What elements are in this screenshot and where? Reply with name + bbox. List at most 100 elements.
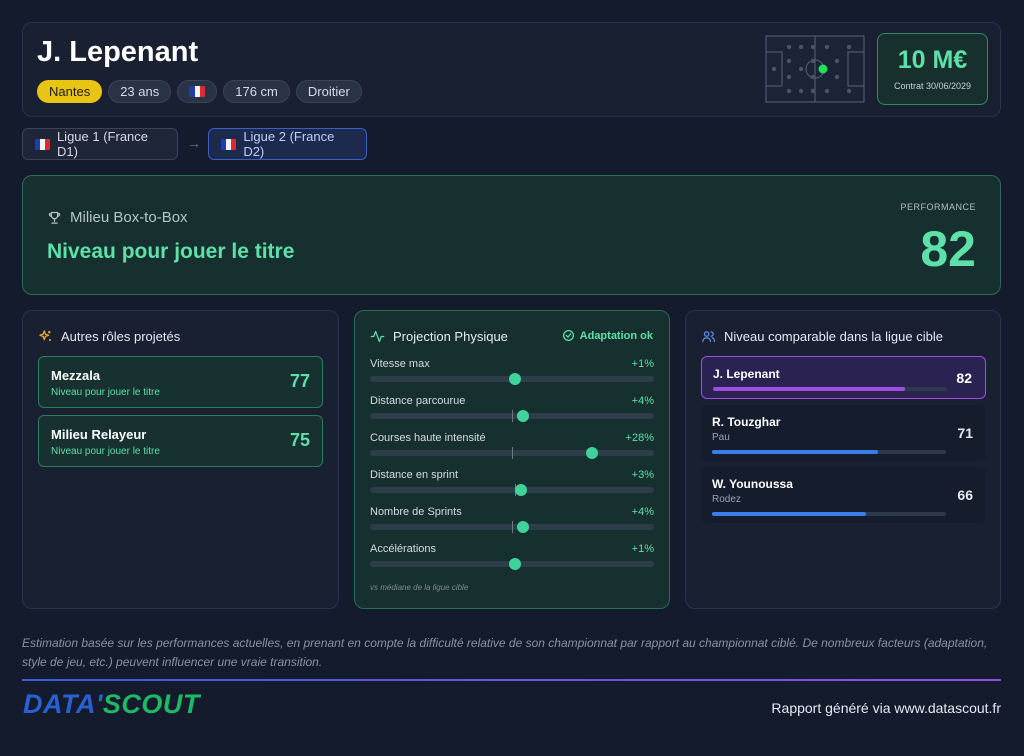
role-card: Milieu Relayeur Niveau pour jouer le tit…	[38, 415, 323, 467]
nationality-chip	[177, 80, 218, 103]
comparable-player-name: R. Touzghar	[712, 415, 781, 429]
metric-delta: +3%	[631, 469, 654, 481]
comparable-player-score: 66	[957, 487, 973, 503]
comparable-player-score: 71	[957, 425, 973, 441]
physical-metric-row: Vitesse max +1%	[370, 358, 654, 388]
comparable-player-bar-fill	[712, 450, 878, 454]
median-marker	[512, 521, 513, 533]
physical-metric-row: Accélérations +1%	[370, 543, 654, 573]
physical-metric-row: Nombre de Sprints +4%	[370, 506, 654, 536]
other-roles-title: Autres rôles projetés	[61, 329, 181, 344]
trophy-icon	[48, 211, 61, 224]
metric-track	[370, 410, 654, 422]
comparable-player-bar	[713, 387, 947, 391]
sparkles-icon	[39, 330, 51, 341]
comparable-player-bar	[712, 512, 946, 516]
france-flag-icon	[35, 138, 50, 150]
pitch-position-diagram	[765, 35, 865, 103]
role-score: 75	[289, 430, 310, 450]
comparable-level-title: Niveau comparable dans la ligue cible	[724, 329, 943, 344]
activity-icon	[370, 330, 385, 343]
metric-value-knob	[509, 373, 521, 385]
role-score: 77	[289, 371, 310, 391]
adaptation-status: Adaptation ok	[562, 329, 653, 342]
source-league-button[interactable]: Ligue 1 (France D1)	[22, 128, 178, 160]
comparable-player-card: R. Touzghar 71 Pau	[701, 405, 986, 461]
club-badge: Nantes	[37, 80, 103, 103]
france-flag-icon	[189, 86, 206, 97]
logo-text-data: DATA'	[23, 689, 103, 719]
metric-track	[370, 558, 654, 570]
comparable-player-bar	[712, 450, 946, 454]
metric-delta: +28%	[625, 432, 654, 444]
role-name: Mezzala	[51, 368, 101, 383]
metric-delta: +1%	[631, 358, 654, 370]
role-level: Niveau pour jouer le titre	[51, 446, 160, 457]
physical-projection-note: vs médiane de la ligue cible	[370, 583, 469, 592]
metric-label: Distance en sprint	[370, 469, 459, 481]
comparable-player-card: W. Younoussa 66 Rodez	[701, 467, 986, 523]
metric-track	[370, 447, 654, 459]
metric-delta: +4%	[631, 395, 654, 407]
player-name: J. Lepenant	[37, 36, 199, 68]
metric-track	[370, 373, 654, 385]
main-role-card: Milieu Box-to-Box Niveau pour jouer le t…	[22, 175, 1001, 295]
comparable-player-name: J. Lepenant	[713, 367, 780, 381]
physical-projection-title: Projection Physique	[393, 329, 508, 344]
france-flag-icon	[221, 138, 237, 150]
metric-track	[370, 521, 654, 533]
source-league-label: Ligue 1 (France D1)	[56, 129, 149, 159]
height-chip: 176 cm	[223, 80, 290, 103]
footer-divider	[22, 679, 1001, 681]
target-league-label: Ligue 2 (France D2)	[243, 129, 335, 159]
comparable-player-bar-fill	[712, 512, 866, 516]
comparable-player-bar-fill	[713, 387, 905, 391]
metric-value-knob	[517, 410, 529, 422]
physical-metric-row: Courses haute intensité +28%	[370, 432, 654, 462]
role-card: Mezzala Niveau pour jouer le titre 77	[38, 356, 323, 408]
disclaimer-text: Estimation basée sur les performances ac…	[22, 636, 988, 669]
foot-chip: Droitier	[295, 80, 362, 103]
arrow-right-icon: →	[187, 135, 201, 151]
metric-label: Courses haute intensité	[370, 432, 486, 444]
performance-label: PERFORMANCE	[900, 202, 976, 212]
comparable-player-club: Pau	[712, 432, 730, 443]
other-roles-panel: Autres rôles projetés Mezzala Niveau pou…	[22, 310, 339, 609]
metric-label: Vitesse max	[370, 358, 430, 370]
comparable-player-score: 82	[956, 370, 972, 386]
target-league-button[interactable]: Ligue 2 (France D2)	[208, 128, 367, 160]
metric-value-knob	[509, 558, 521, 570]
age-chip: 23 ans	[108, 80, 172, 103]
median-marker	[512, 447, 513, 459]
contract-end: Contrat 30/06/2029	[893, 81, 972, 91]
comparable-player-club: Rodez	[712, 494, 741, 505]
median-marker	[512, 410, 513, 422]
metric-label: Accélérations	[370, 543, 437, 555]
adaptation-status-label: Adaptation ok	[579, 329, 653, 342]
market-value: 10 M€	[897, 46, 968, 74]
report-credit: Rapport généré via www.datascout.fr	[771, 700, 1001, 716]
comparable-level-panel: Niveau comparable dans la ligue cible J.…	[685, 310, 1001, 609]
player-header: J. Lepenant Nantes 23 ans 176 cm Droitie…	[22, 22, 1001, 117]
physical-metric-row: Distance parcourue +4%	[370, 395, 654, 425]
metric-delta: +4%	[631, 506, 654, 518]
main-role-name: Milieu Box-to-Box	[70, 209, 188, 226]
metric-delta: +1%	[631, 543, 654, 555]
users-icon	[702, 331, 716, 343]
datascout-logo: DATA'SCOUT	[23, 689, 200, 720]
role-level: Niveau pour jouer le titre	[51, 387, 160, 398]
physical-metric-row: Distance en sprint +3%	[370, 469, 654, 499]
metric-value-knob	[517, 521, 529, 533]
metric-label: Distance parcourue	[370, 395, 466, 407]
check-circle-icon	[562, 329, 574, 342]
market-value-card: 10 M€ Contrat 30/06/2029	[877, 33, 988, 105]
metric-value-knob	[515, 484, 527, 496]
logo-text-scout: SCOUT	[102, 689, 200, 719]
metric-track	[370, 484, 654, 496]
role-name: Milieu Relayeur	[51, 427, 147, 442]
metric-value-knob	[586, 447, 598, 459]
comparable-player-card: J. Lepenant 82	[701, 356, 986, 399]
performance-score: 82	[920, 221, 976, 277]
metric-label: Nombre de Sprints	[370, 506, 462, 518]
comparable-player-name: W. Younoussa	[712, 477, 793, 491]
